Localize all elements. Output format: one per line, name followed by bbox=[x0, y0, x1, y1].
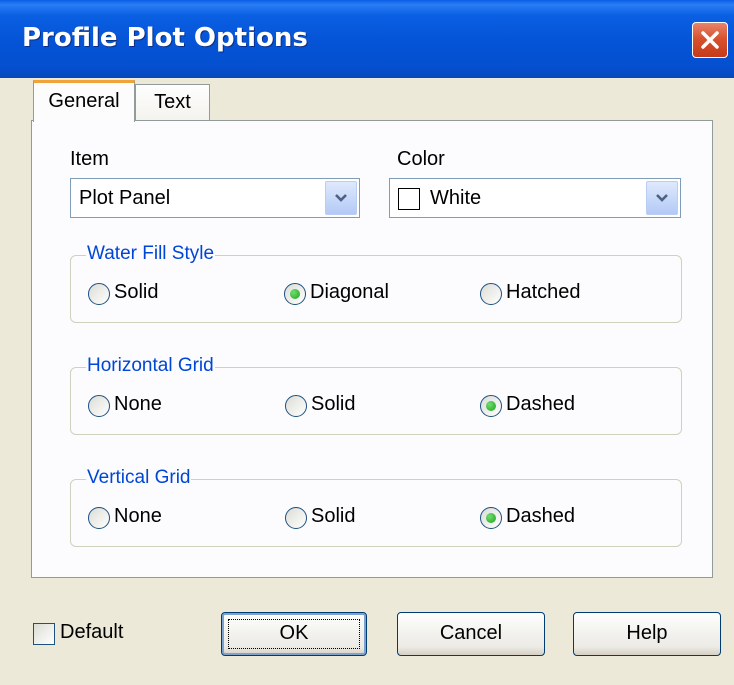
radio-label: Diagonal bbox=[310, 281, 389, 303]
radio-selected-icon bbox=[480, 507, 502, 529]
item-dropdown-value: Plot Panel bbox=[79, 187, 171, 209]
default-checkbox[interactable] bbox=[33, 623, 55, 645]
close-icon bbox=[701, 31, 719, 49]
cancel-button-label: Cancel bbox=[439, 622, 503, 644]
radio-label: Solid bbox=[311, 393, 356, 415]
water-fill-style-title: Water Fill Style bbox=[86, 243, 216, 265]
help-button-label: Help bbox=[626, 622, 668, 644]
radio-label: Dashed bbox=[506, 505, 575, 527]
vertical-grid-title: Vertical Grid bbox=[86, 467, 192, 489]
radio-selected-icon bbox=[284, 283, 306, 305]
window-title: Profile Plot Options bbox=[22, 23, 308, 53]
color-dropdown-value: White bbox=[430, 187, 482, 209]
dialog-window: Profile Plot Options General Text Item P… bbox=[0, 0, 734, 685]
color-swatch bbox=[398, 188, 420, 210]
radio-label: Solid bbox=[114, 281, 159, 303]
title-bar[interactable]: Profile Plot Options bbox=[0, 0, 734, 78]
tab-text[interactable]: Text bbox=[135, 84, 210, 120]
color-dropdown-arrow[interactable] bbox=[646, 181, 678, 215]
radio-circle-icon bbox=[88, 395, 110, 417]
focus-rectangle bbox=[228, 619, 360, 649]
ok-button[interactable]: OK bbox=[221, 612, 367, 656]
radio-label: None bbox=[114, 393, 162, 415]
radio-circle-icon bbox=[88, 507, 110, 529]
radio-circle-icon bbox=[285, 507, 307, 529]
radio-circle-icon bbox=[285, 395, 307, 417]
close-button[interactable] bbox=[692, 22, 728, 58]
tab-general[interactable]: General bbox=[33, 80, 135, 122]
tab-panel-general: Item Plot Panel Color White Water Fill S… bbox=[31, 120, 713, 578]
radio-circle-icon bbox=[480, 283, 502, 305]
horizontal-grid-title: Horizontal Grid bbox=[86, 355, 215, 377]
item-label: Item bbox=[70, 148, 109, 170]
cancel-button[interactable]: Cancel bbox=[397, 612, 545, 656]
radio-label: None bbox=[114, 505, 162, 527]
help-button[interactable]: Help bbox=[573, 612, 721, 656]
color-dropdown[interactable]: White bbox=[389, 178, 681, 218]
chevron-down-icon bbox=[656, 194, 668, 202]
default-checkbox-label[interactable]: Default bbox=[60, 621, 123, 644]
radio-label: Hatched bbox=[506, 281, 581, 303]
radio-label: Solid bbox=[311, 505, 356, 527]
chevron-down-icon bbox=[335, 194, 347, 202]
item-dropdown[interactable]: Plot Panel bbox=[70, 178, 360, 218]
radio-selected-icon bbox=[480, 395, 502, 417]
item-dropdown-arrow[interactable] bbox=[325, 181, 357, 215]
radio-label: Dashed bbox=[506, 393, 575, 415]
color-label: Color bbox=[397, 148, 445, 170]
radio-circle-icon bbox=[88, 283, 110, 305]
